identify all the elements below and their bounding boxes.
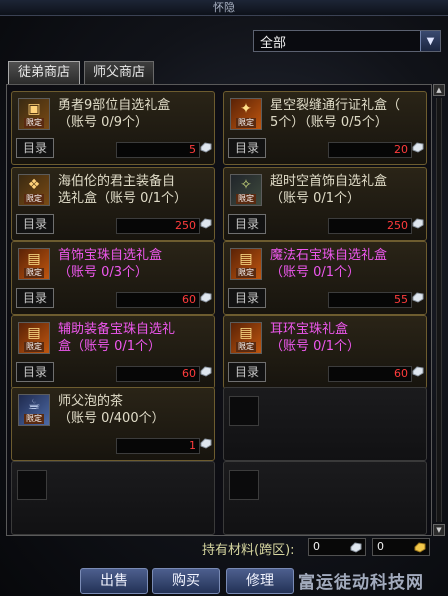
shop-item-card[interactable]: ☕ 限定 师父泡的茶 （账号 0/400个） 1: [11, 387, 215, 461]
empty-slot-icon: [229, 470, 259, 500]
item-price: 250: [116, 218, 200, 234]
limited-badge: 限定: [24, 268, 44, 278]
materials-count-1: 0: [308, 538, 366, 556]
category-dropdown-value: 全部: [260, 35, 287, 51]
limited-badge: 限定: [24, 414, 44, 424]
empty-slot-icon: [17, 470, 47, 500]
shop-item-card[interactable]: ✦ 限定 星空裂缝通行证礼盒（ 5个）（账号 0/5个） 目录 20: [223, 91, 427, 165]
shop-item-card[interactable]: ▤ 限定 耳环宝珠礼盒 （账号 0/1个） 目录 60: [223, 315, 427, 389]
catalog-button[interactable]: 目录: [228, 362, 266, 382]
item-price: 60: [116, 366, 200, 382]
catalog-button[interactable]: 目录: [228, 214, 266, 234]
materials-label: 持有材料(跨区):: [202, 542, 295, 558]
scroll-down-icon[interactable]: ▼: [433, 524, 445, 536]
limited-badge: 限定: [24, 194, 44, 204]
materials-value-1: 0: [313, 540, 320, 553]
scroll-up-icon[interactable]: ▲: [433, 84, 445, 96]
silver-gem-icon: [412, 142, 424, 153]
shop-item-card[interactable]: ❖ 限定 海伯伦的君主装备自 选礼盒（账号 0/1个） 目录 250: [11, 167, 215, 241]
shop-item-card[interactable]: ▤ 限定 魔法石宝珠自选礼盒 （账号 0/1个） 目录 55: [223, 241, 427, 315]
repair-button[interactable]: 修理: [226, 568, 294, 594]
materials-count-2: 0: [372, 538, 430, 556]
catalog-button[interactable]: 目录: [228, 288, 266, 308]
item-price: 60: [328, 366, 412, 382]
limited-badge: 限定: [236, 194, 256, 204]
item-price: 20: [328, 142, 412, 158]
shop-item-panel: ▣ 限定 勇者9部位自选礼盒 （账号 0/9个） 目录 5 ✦ 限定 星空裂缝通行证…: [6, 84, 432, 536]
category-dropdown[interactable]: 全部 ▼: [253, 30, 441, 52]
tab-master-shop[interactable]: 师父商店: [84, 61, 154, 85]
buy-button[interactable]: 购买: [152, 568, 220, 594]
watermark-text: 富运徒动科技网: [298, 573, 424, 593]
silver-gem-icon: [200, 438, 212, 449]
empty-item-slot: [11, 461, 215, 535]
item-name: 耳环宝珠礼盒 （账号 0/1个）: [270, 322, 361, 354]
scrollbar[interactable]: ▲ ▼: [433, 84, 445, 536]
limited-badge: 限定: [24, 342, 44, 352]
gift-box-icon: ❖ 限定: [18, 174, 50, 206]
limited-badge: 限定: [24, 118, 44, 128]
limited-badge: 限定: [236, 118, 256, 128]
pass-ticket-icon: ✦ 限定: [230, 98, 262, 130]
item-name: 魔法石宝珠自选礼盒 （账号 0/1个）: [270, 248, 388, 280]
catalog-button[interactable]: 目录: [16, 362, 54, 382]
item-name: 超时空首饰自选礼盒 （账号 0/1个）: [270, 174, 388, 206]
limited-badge: 限定: [236, 268, 256, 278]
shop-item-card[interactable]: ▤ 限定 首饰宝珠自选礼盒 （账号 0/3个） 目录 60: [11, 241, 215, 315]
item-price: 60: [116, 292, 200, 308]
materials-value-2: 0: [377, 540, 384, 553]
silver-gem-icon: [200, 366, 212, 377]
catalog-button[interactable]: 目录: [16, 138, 54, 158]
item-price: 5: [116, 142, 200, 158]
gold-gem-icon: [414, 542, 426, 553]
silver-gem-icon: [200, 292, 212, 303]
limited-badge: 限定: [236, 342, 256, 352]
tea-icon: ☕ 限定: [18, 394, 50, 426]
shop-item-card[interactable]: ▣ 限定 勇者9部位自选礼盒 （账号 0/9个） 目录 5: [11, 91, 215, 165]
silver-gem-icon: [412, 366, 424, 377]
item-name: 星空裂缝通行证礼盒（ 5个）（账号 0/5个）: [270, 98, 401, 130]
item-price: 1: [116, 438, 200, 454]
item-name: 首饰宝珠自选礼盒 （账号 0/3个）: [58, 248, 163, 280]
item-name: 辅助装备宝珠自选礼 盒（账号 0/1个）: [58, 322, 176, 354]
catalog-button[interactable]: 目录: [16, 214, 54, 234]
shop-item-card[interactable]: ▤ 限定 辅助装备宝珠自选礼 盒（账号 0/1个） 目录 60: [11, 315, 215, 389]
empty-slot-icon: [229, 396, 259, 426]
treasure-chest-icon: ▤ 限定: [230, 248, 262, 280]
chevron-down-icon[interactable]: ▼: [420, 31, 440, 51]
silver-gem-icon: [412, 292, 424, 303]
silver-gem-icon: [200, 218, 212, 229]
item-name: 海伯伦的君主装备自 选礼盒（账号 0/1个）: [58, 174, 188, 206]
sell-button[interactable]: 出售: [80, 568, 148, 594]
treasure-chest-icon: ▤ 限定: [18, 322, 50, 354]
item-name: 师父泡的茶 （账号 0/400个）: [58, 394, 165, 426]
catalog-button[interactable]: 目录: [228, 138, 266, 158]
gift-box-icon: ✧ 限定: [230, 174, 262, 206]
tab-disciple-shop[interactable]: 徒弟商店: [8, 61, 80, 85]
shop-item-card[interactable]: ✧ 限定 超时空首饰自选礼盒 （账号 0/1个） 目录 250: [223, 167, 427, 241]
item-price: 55: [328, 292, 412, 308]
empty-item-slot: [223, 387, 427, 461]
window-title: 怀隐: [0, 0, 448, 16]
item-name: 勇者9部位自选礼盒 （账号 0/9个）: [58, 98, 171, 130]
gift-box-icon: ▣ 限定: [18, 98, 50, 130]
silver-gem-icon: [412, 218, 424, 229]
treasure-chest-icon: ▤ 限定: [230, 322, 262, 354]
silver-gem-icon: [200, 142, 212, 153]
empty-item-slot: [223, 461, 427, 535]
item-price: 250: [328, 218, 412, 234]
treasure-chest-icon: ▤ 限定: [18, 248, 50, 280]
scrollbar-track[interactable]: [436, 98, 442, 522]
silver-gem-icon: [350, 542, 362, 553]
catalog-button[interactable]: 目录: [16, 288, 54, 308]
